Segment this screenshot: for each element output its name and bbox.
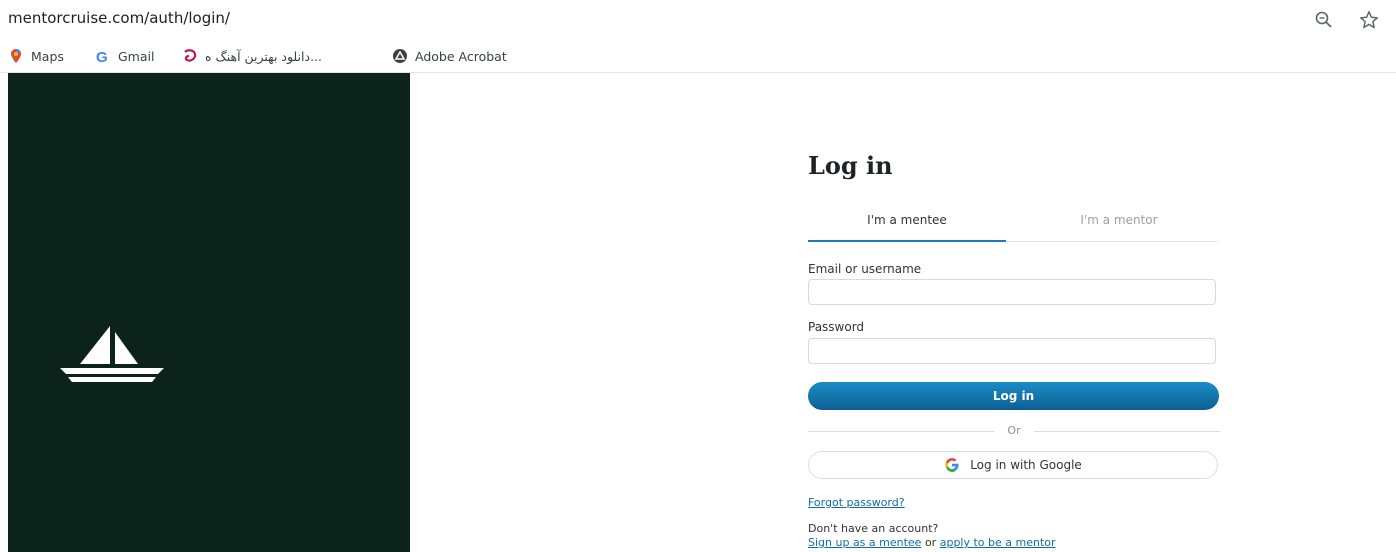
login-button[interactable]: Log in bbox=[808, 382, 1219, 410]
bookmark-label: Adobe Acrobat bbox=[415, 48, 507, 64]
google-icon bbox=[945, 458, 959, 472]
active-tab-indicator bbox=[808, 240, 1006, 242]
signup-line: Sign up as a mentee or apply to be a men… bbox=[808, 536, 1056, 549]
sailboat-logo-icon bbox=[60, 326, 164, 382]
google-login-button[interactable]: Log in with Google bbox=[808, 451, 1218, 479]
apply-mentor-link[interactable]: apply to be a mentor bbox=[940, 536, 1056, 549]
svg-text:G: G bbox=[96, 49, 108, 64]
bookmark-label: دانلود بهترین آهنگ ه... bbox=[205, 48, 322, 64]
tab-mentor[interactable]: I'm a mentor bbox=[1020, 213, 1218, 227]
email-label: Email or username bbox=[808, 262, 922, 276]
acrobat-icon bbox=[393, 49, 407, 63]
maps-icon bbox=[11, 49, 21, 63]
signup-mentee-link[interactable]: Sign up as a mentee bbox=[808, 536, 921, 549]
bookmark-label: Gmail bbox=[118, 48, 155, 64]
bookmark-adobe-acrobat[interactable]: Adobe Acrobat bbox=[392, 46, 507, 66]
bookmark-gmail[interactable]: G Gmail bbox=[95, 46, 154, 66]
google-login-label: Log in with Google bbox=[970, 458, 1082, 472]
password-field[interactable] bbox=[808, 338, 1216, 364]
google-icon: G bbox=[96, 49, 108, 64]
url-text[interactable]: mentorcruise.com/auth/login/ bbox=[8, 9, 230, 27]
brand-panel bbox=[8, 73, 410, 552]
music-site-icon bbox=[184, 49, 197, 62]
email-field[interactable] bbox=[808, 279, 1216, 305]
password-label: Password bbox=[808, 320, 865, 334]
or-text: Or bbox=[994, 424, 1034, 437]
page-title: Log in bbox=[808, 151, 893, 180]
zoom-icon[interactable] bbox=[1314, 10, 1334, 30]
no-account-text: Don't have an account? bbox=[808, 522, 939, 535]
forgot-password-link[interactable]: Forgot password? bbox=[808, 496, 905, 509]
tab-mentee[interactable]: I'm a mentee bbox=[808, 213, 1006, 227]
bookmarks-bar: Maps G Gmail دانلود بهترین آهنگ ه... Ado… bbox=[0, 40, 1396, 73]
star-icon[interactable] bbox=[1358, 9, 1380, 31]
bookmark-maps[interactable]: Maps bbox=[8, 46, 64, 66]
bookmark-label: Maps bbox=[31, 48, 64, 64]
or-word: or bbox=[924, 536, 937, 549]
bookmark-music-site[interactable]: دانلود بهترین آهنگ ه... bbox=[182, 46, 322, 66]
browser-address-bar[interactable]: mentorcruise.com/auth/login/ bbox=[0, 0, 1396, 40]
role-tabs: I'm a mentee I'm a mentor bbox=[808, 207, 1218, 242]
